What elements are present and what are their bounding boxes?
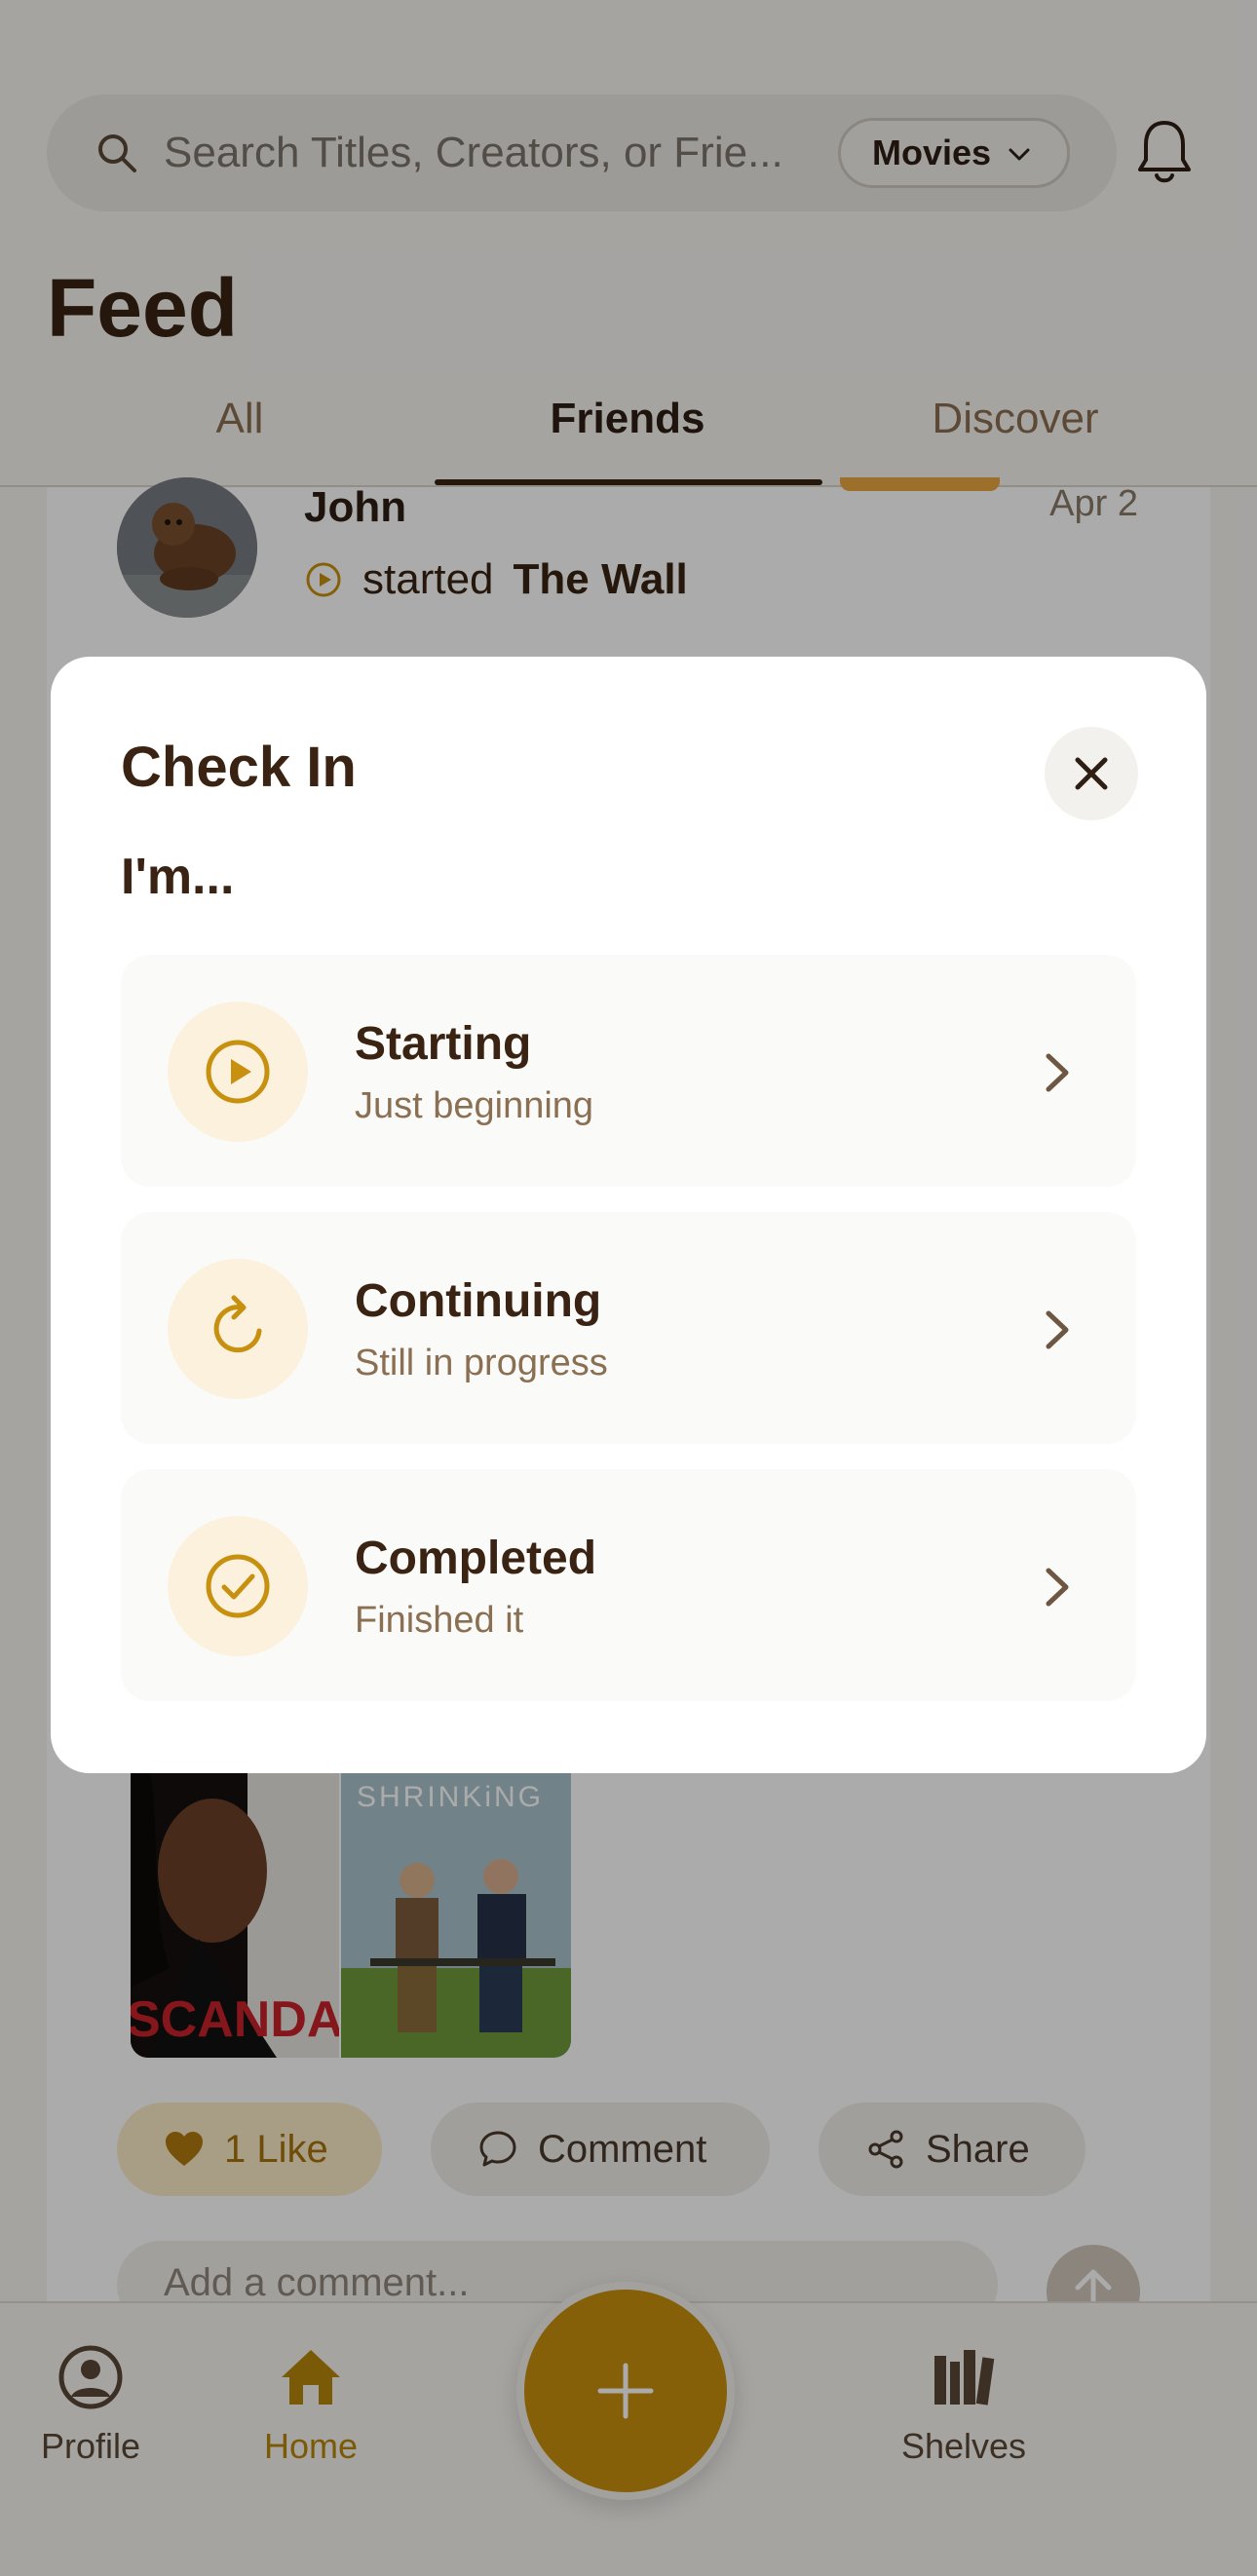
option-title: Starting xyxy=(355,1018,532,1070)
option-title: Completed xyxy=(355,1533,597,1584)
option-starting[interactable]: Starting Just beginning xyxy=(121,955,1136,1187)
chevron-right-icon xyxy=(1046,1310,1069,1349)
app-screen: Search Titles, Creators, or Frie... Movi… xyxy=(0,0,1257,2576)
play-circle-icon xyxy=(206,1040,270,1104)
modal-title: Check In xyxy=(121,736,357,799)
option-description: Still in progress xyxy=(355,1343,608,1383)
option-continuing[interactable]: Continuing Still in progress xyxy=(121,1212,1136,1444)
check-circle-icon xyxy=(206,1554,270,1618)
close-icon xyxy=(1075,757,1108,790)
option-icon-badge xyxy=(168,1259,308,1399)
chevron-right-icon xyxy=(1046,1053,1069,1092)
option-title: Continuing xyxy=(355,1275,602,1327)
option-completed[interactable]: Completed Finished it xyxy=(121,1469,1136,1701)
chevron-right-icon xyxy=(1046,1568,1069,1607)
option-icon-badge xyxy=(168,1002,308,1142)
option-icon-badge xyxy=(168,1516,308,1656)
close-button[interactable] xyxy=(1045,727,1138,820)
check-in-modal: Check In I'm... Starting Just beginning xyxy=(51,657,1206,1773)
refresh-icon xyxy=(213,1295,262,1353)
option-description: Finished it xyxy=(355,1600,524,1641)
modal-subtitle: I'm... xyxy=(121,849,235,905)
option-description: Just beginning xyxy=(355,1085,594,1126)
